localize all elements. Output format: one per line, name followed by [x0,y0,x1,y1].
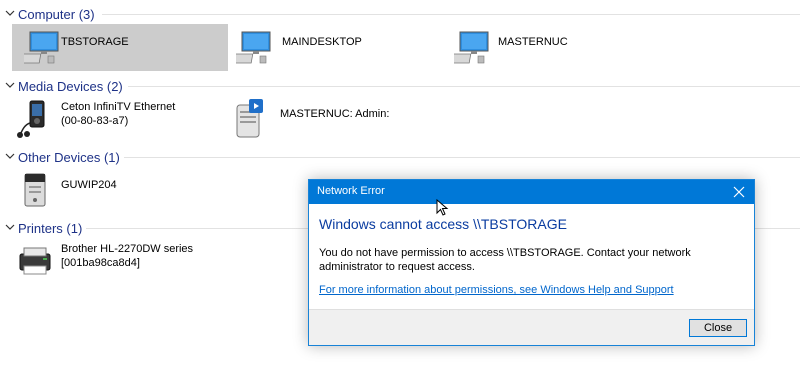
media-item-masternuc-admin[interactable]: MASTERNUC: Admin: [228,96,444,142]
group-header-computer[interactable]: Computer (3) [0,4,800,24]
computer-item-masternuc[interactable]: MASTERNUC [452,24,668,71]
dialog-titlebar[interactable]: Network Error [309,180,754,204]
computer-item-tbstorage[interactable]: TBSTORAGE [12,24,228,71]
dialog-heading: Windows cannot access \\TBSTORAGE [319,216,567,232]
group-divider [128,86,800,87]
chevron-down-icon[interactable] [4,79,16,91]
group-divider [102,14,800,15]
close-icon [733,186,745,198]
item-label: MASTERNUC [498,36,568,48]
group-divider [124,157,800,158]
chevron-down-icon[interactable] [4,7,16,19]
item-label: GUWIP204 [61,179,117,191]
computer-item-maindesktop[interactable]: MAINDESKTOP [236,24,452,71]
dialog-close-x-button[interactable] [724,180,754,204]
group-header-media-devices[interactable]: Media Devices (2) [0,76,800,96]
other-device-item-guwip204[interactable]: GUWIP204 [12,167,228,213]
computer-icon [236,31,271,64]
chevron-down-icon[interactable] [4,150,16,162]
mouse-cursor-icon [436,199,449,216]
printer-item-brother[interactable]: Brother HL-2270DW series [001ba98ca8d4] [12,238,228,284]
group-title: Computer (3) [18,6,95,22]
item-label: MASTERNUC: Admin: [280,108,390,120]
dialog-message: You do not have permission to access \\T… [319,247,691,273]
item-label-line1: Brother HL-2270DW series [61,243,194,255]
chevron-down-icon[interactable] [4,221,16,233]
group-title: Media Devices (2) [18,78,123,94]
media-server-icon [236,99,263,138]
item-label: TBSTORAGE [61,36,129,48]
computer-icon [24,31,59,64]
close-button[interactable]: Close [689,319,747,337]
printer-icon [19,247,51,275]
dialog-title: Network Error [317,185,385,197]
item-label-line2: [001ba98ca8d4] [61,257,140,269]
group-header-other-devices[interactable]: Other Devices (1) [0,147,800,167]
network-error-dialog: Network Error Windows cannot access \\TB… [308,179,755,346]
generic-device-icon [24,173,46,207]
computer-icon [454,31,489,64]
item-label: MAINDESKTOP [282,36,362,48]
group-title: Other Devices (1) [18,149,120,165]
help-link[interactable]: For more information about permissions, … [319,284,674,296]
dialog-footer: Close [309,309,754,345]
media-player-icon [17,100,45,138]
item-label-line2: (00-80-83-a7) [61,115,129,127]
media-item-ceton[interactable]: Ceton InfiniTV Ethernet (00-80-83-a7) [12,96,228,142]
item-label-line1: Ceton InfiniTV Ethernet [61,101,176,113]
group-title: Printers (1) [18,220,83,236]
